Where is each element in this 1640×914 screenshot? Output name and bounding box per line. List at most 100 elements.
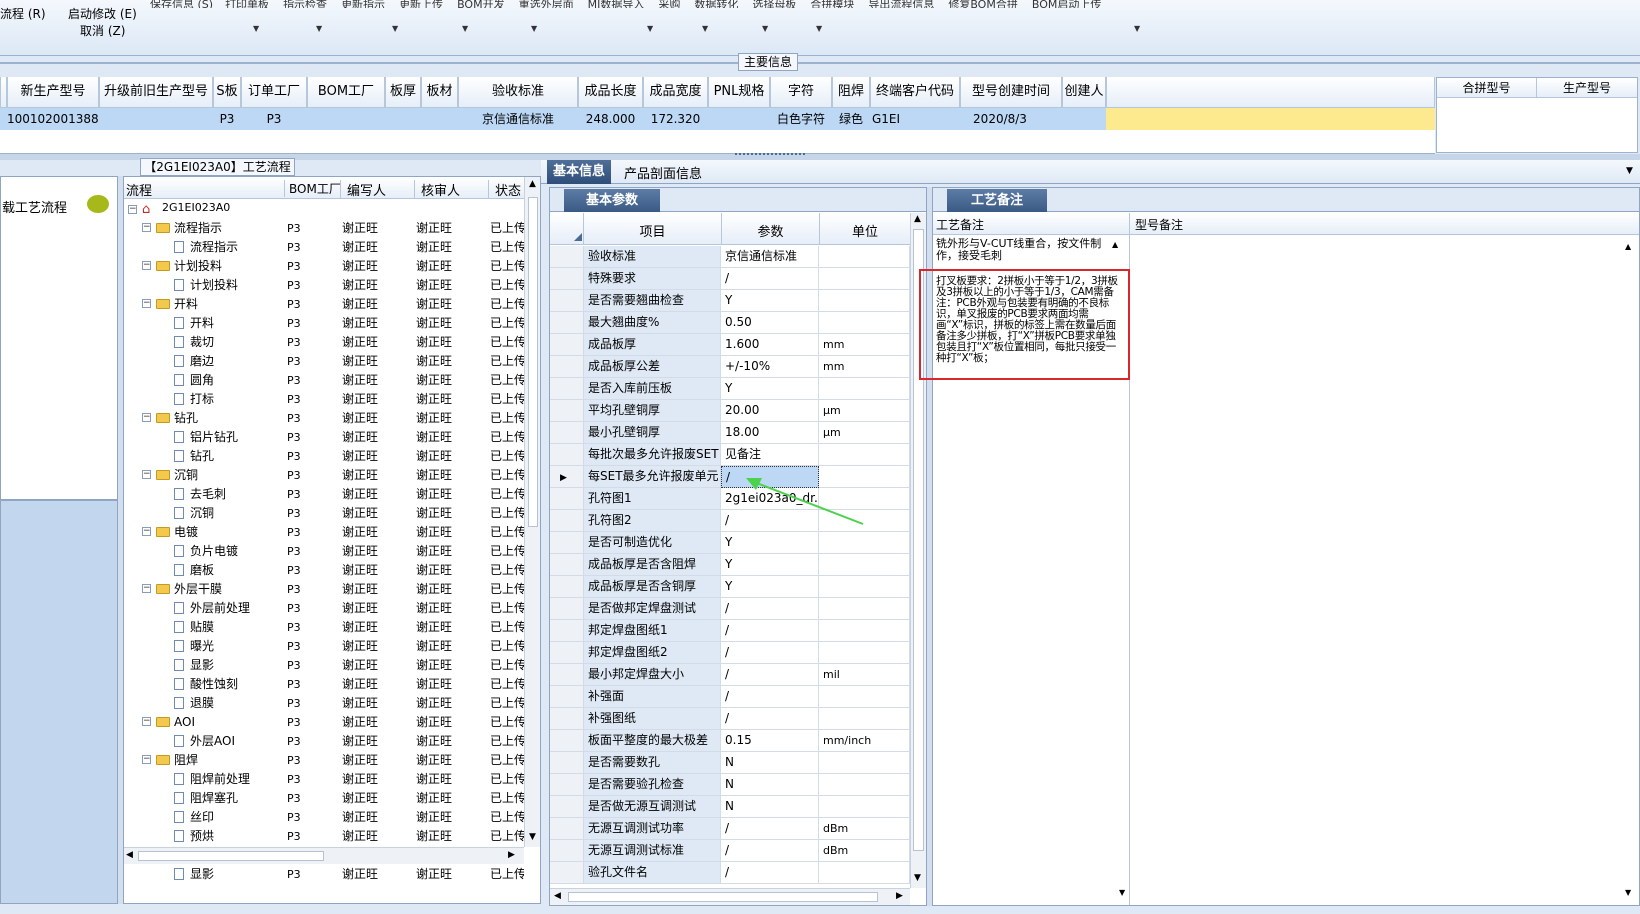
param-row-header[interactable] bbox=[550, 642, 584, 664]
param-value[interactable]: / bbox=[721, 664, 819, 686]
param-row-header[interactable] bbox=[550, 422, 584, 444]
param-row[interactable]: 最小孔壁铜厚 18.00 μm bbox=[550, 422, 910, 444]
param-value[interactable]: Y bbox=[721, 554, 819, 576]
tree-scrollbar-v[interactable]: ▲ ▼ bbox=[524, 177, 540, 847]
top-grid-header[interactable]: BOM工厂 bbox=[307, 77, 385, 108]
param-value[interactable]: / bbox=[721, 620, 819, 642]
tree-row[interactable]: 贴膜 P3 谢正旺 谢正旺 已上传 bbox=[124, 618, 532, 637]
toolbar-top-item[interactable]: 采购 bbox=[658, 0, 680, 8]
param-value[interactable]: / bbox=[721, 642, 819, 664]
param-value[interactable]: / bbox=[721, 818, 819, 840]
top-grid-cell[interactable]: G1EI bbox=[870, 108, 960, 130]
tree-row[interactable]: − AOI P3 谢正旺 谢正旺 已上传 bbox=[124, 713, 532, 732]
params-scrollbar-h[interactable]: ◀ ▶ bbox=[550, 888, 910, 905]
param-row[interactable]: 最大翘曲度% 0.50 bbox=[550, 312, 910, 334]
tree-row[interactable]: 负片电镀 P3 谢正旺 谢正旺 已上传 bbox=[124, 542, 532, 561]
tree-row[interactable]: 阻焊塞孔 P3 谢正旺 谢正旺 已上传 bbox=[124, 789, 532, 808]
toolbar-top-item[interactable]: 导出流程信息 bbox=[868, 0, 934, 8]
tree-row[interactable]: 显影 P3 谢正旺 谢正旺 已上传 bbox=[124, 656, 532, 675]
tree-row[interactable]: − 开料 P3 谢正旺 谢正旺 已上传 bbox=[124, 295, 532, 314]
scroll-up-icon[interactable]: ▲ bbox=[1112, 240, 1118, 249]
tree-row[interactable]: 打标 P3 谢正旺 谢正旺 已上传 bbox=[124, 390, 532, 409]
toolbar-top-item[interactable]: 保存信息 (S) bbox=[150, 0, 213, 8]
toolbar-flow-button[interactable]: 流程 (R) bbox=[0, 5, 46, 22]
top-grid-cell[interactable]: 2020/8/3 bbox=[960, 108, 1040, 130]
top-grid-cell[interactable]: 绿色 bbox=[832, 108, 870, 130]
param-row[interactable]: 最小邦定焊盘大小 / mil bbox=[550, 664, 910, 686]
toolbar-top-item[interactable]: 更新指示 bbox=[341, 0, 385, 8]
top-grid-header[interactable]: 订单工厂 bbox=[241, 77, 307, 108]
tree-row[interactable]: 圆角 P3 谢正旺 谢正旺 已上传 bbox=[124, 371, 532, 390]
param-row-header[interactable] bbox=[550, 356, 584, 378]
tree-scrollbar-h[interactable]: ◀ ▶ bbox=[124, 847, 524, 864]
dropdown-arrow-icon[interactable]: ▼ bbox=[253, 24, 259, 33]
param-row[interactable]: 是否做邦定焊盘测试 / bbox=[550, 598, 910, 620]
param-value[interactable]: 见备注 bbox=[721, 444, 819, 466]
param-value[interactable]: Y bbox=[721, 576, 819, 598]
collapse-icon[interactable]: − bbox=[142, 223, 151, 232]
param-row[interactable]: 成品板厚是否含铜厚 Y bbox=[550, 576, 910, 598]
collapse-icon[interactable]: − bbox=[142, 261, 151, 270]
tree-row[interactable]: − 流程指示 P3 谢正旺 谢正旺 已上传 bbox=[124, 219, 532, 238]
top-grid-header[interactable]: 字符 bbox=[770, 77, 832, 108]
top-grid-highlight-cell[interactable] bbox=[1106, 108, 1435, 130]
tree-row[interactable]: 铝片钻孔 P3 谢正旺 谢正旺 已上传 bbox=[124, 428, 532, 447]
tree-row[interactable]: 磨板 P3 谢正旺 谢正旺 已上传 bbox=[124, 561, 532, 580]
dropdown-arrow-icon[interactable]: ▼ bbox=[702, 24, 708, 33]
param-value[interactable]: 京信通信标准 bbox=[721, 246, 819, 268]
top-grid-cell[interactable]: 10010200138841 bbox=[7, 108, 99, 130]
dropdown-arrow-icon[interactable]: ▼ bbox=[647, 24, 653, 33]
tree-row[interactable]: 显影 P3 谢正旺 谢正旺 已上传 bbox=[124, 865, 532, 884]
tree-header-flow[interactable]: 流程 bbox=[126, 180, 152, 199]
param-row-header[interactable] bbox=[550, 290, 584, 312]
tree-header-reviewer[interactable]: 核审人 bbox=[414, 180, 488, 199]
top-grid-cell[interactable]: 172.320 bbox=[643, 108, 708, 130]
top-grid-header[interactable]: 型号创建时间 bbox=[960, 77, 1062, 108]
dropdown-arrow-icon[interactable]: ▼ bbox=[762, 24, 768, 33]
top-grid-header[interactable]: PNL规格 bbox=[708, 77, 770, 108]
param-row-header[interactable] bbox=[550, 488, 584, 510]
param-value[interactable]: / bbox=[721, 268, 819, 290]
top-grid-header[interactable]: 板材 bbox=[421, 77, 458, 108]
param-row-header[interactable] bbox=[550, 818, 584, 840]
tree-row[interactable]: 外层AOI P3 谢正旺 谢正旺 已上传 bbox=[124, 732, 532, 751]
collapse-icon[interactable]: − bbox=[142, 470, 151, 479]
param-row-header[interactable] bbox=[550, 686, 584, 708]
toolbar-top-item[interactable]: 合拼模块 bbox=[810, 0, 854, 8]
dropdown-arrow-icon[interactable]: ▼ bbox=[1626, 166, 1633, 176]
param-value[interactable]: +/-10% bbox=[721, 356, 819, 378]
param-row[interactable]: 成品板厚公差 +/-10% mm bbox=[550, 356, 910, 378]
merge-grid-header[interactable]: 生产型号 bbox=[1537, 78, 1637, 98]
toolbar-top-item[interactable]: BOM启动上传 bbox=[1032, 0, 1102, 8]
process-note-1[interactable]: 铣外形与V-CUT线重合，按文件制作，接受毛刺 bbox=[936, 238, 1111, 262]
param-row[interactable]: 补强图纸 / bbox=[550, 708, 910, 730]
scroll-thumb[interactable] bbox=[568, 892, 878, 902]
scroll-up-icon[interactable]: ▲ bbox=[1625, 242, 1631, 251]
collapse-icon[interactable]: − bbox=[142, 717, 151, 726]
param-row-header[interactable] bbox=[550, 862, 584, 884]
top-grid-header[interactable]: 板厚 bbox=[385, 77, 421, 108]
param-row-header[interactable] bbox=[550, 334, 584, 356]
param-row-header[interactable] bbox=[550, 400, 584, 422]
scroll-down-icon[interactable]: ▼ bbox=[529, 832, 536, 842]
param-row[interactable]: 成品板厚 1.600 mm bbox=[550, 334, 910, 356]
top-grid-header[interactable]: S板 bbox=[213, 77, 241, 108]
tree-root[interactable]: − ⌂ 2G1EI023A0 bbox=[124, 200, 524, 219]
scroll-thumb[interactable] bbox=[528, 197, 538, 527]
params-header-value[interactable]: 参数 bbox=[722, 221, 819, 240]
dropdown-arrow-icon[interactable]: ▼ bbox=[316, 24, 322, 33]
tab-basic-params[interactable]: 基本参数 bbox=[564, 189, 660, 212]
param-row[interactable]: 验孔文件名 / bbox=[550, 862, 910, 884]
param-row-header[interactable] bbox=[550, 730, 584, 752]
tree-row[interactable]: 沉铜 P3 谢正旺 谢正旺 已上传 bbox=[124, 504, 532, 523]
param-row-header[interactable] bbox=[550, 664, 584, 686]
toolbar-top-item[interactable]: MI数据导入 bbox=[588, 0, 645, 8]
param-row-header[interactable] bbox=[550, 268, 584, 290]
dropdown-arrow-icon[interactable]: ▼ bbox=[1134, 24, 1140, 33]
toolbar-top-item[interactable]: 修复BOM合拼 bbox=[948, 0, 1018, 8]
tab-basic-info[interactable]: 基本信息 bbox=[547, 160, 611, 184]
param-row[interactable]: 平均孔壁铜厚 20.00 μm bbox=[550, 400, 910, 422]
scroll-thumb[interactable] bbox=[138, 851, 324, 861]
param-value[interactable]: / bbox=[721, 862, 819, 884]
tree-row[interactable]: 去毛刺 P3 谢正旺 谢正旺 已上传 bbox=[124, 485, 532, 504]
